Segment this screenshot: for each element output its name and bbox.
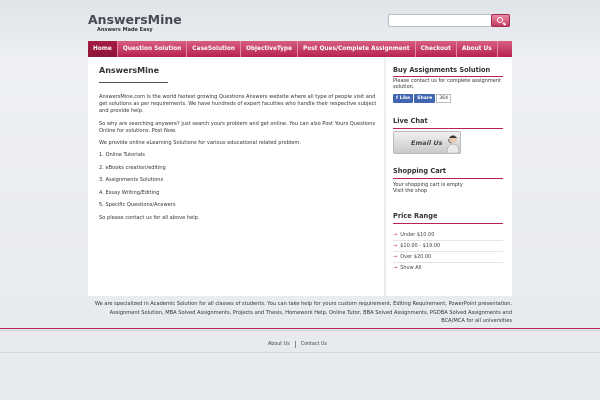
widget-divider <box>393 128 503 129</box>
site-title[interactable]: AnswersMine <box>88 12 182 27</box>
main-content: AnswersMine AnswersMine.com is the world… <box>88 57 384 296</box>
closing-paragraph: So please contact us for all above help. <box>99 214 200 221</box>
page-title: AnswersMine <box>99 66 159 75</box>
nav-post-question[interactable]: Post Ques/Complete Assignment <box>298 41 416 57</box>
arrow-right-icon: → <box>393 265 398 271</box>
site-tagline: Answers Made Easy <box>97 27 153 33</box>
price-show-all[interactable]: → Show All <box>393 263 503 273</box>
buy-solution-text: Please contact us for complete assignmen… <box>393 78 501 91</box>
list-item: 1. Online Tutorials <box>99 152 145 159</box>
widget-divider <box>393 76 503 77</box>
footer-contact-link[interactable]: Contact Us <box>301 342 327 347</box>
nav-objective-type[interactable]: ObjectiveType <box>241 41 298 57</box>
search-input[interactable] <box>388 14 492 27</box>
live-chat-title: Live Chat <box>393 117 428 125</box>
main-nav: Home Question Solution CaseSolution Obje… <box>88 41 512 57</box>
email-us-button[interactable]: Email Us <box>393 131 461 154</box>
intro-paragraph: AnswersMine.com is the world fastest gro… <box>99 94 377 115</box>
nav-checkout[interactable]: Checkout <box>416 41 457 57</box>
price-under-10[interactable]: → Under $10.00 <box>393 230 503 240</box>
footer-about-link[interactable]: About Us <box>268 342 290 347</box>
facebook-like-button[interactable]: f Like <box>393 94 414 103</box>
support-agent-icon <box>446 135 460 153</box>
footer-divider <box>0 328 600 329</box>
facebook-share-button[interactable]: Share <box>414 94 436 103</box>
services-list: 1. Online Tutorials 2. eBooks creation/e… <box>99 152 377 209</box>
share-count: 364 <box>436 94 452 103</box>
widget-divider <box>393 178 503 179</box>
search-paragraph: So why are searching anywere? just searc… <box>99 120 376 134</box>
widget-divider <box>393 223 503 224</box>
shopping-cart-title: Shopping Cart <box>393 167 447 175</box>
price-10-19[interactable]: → $10.00 - $19.00 <box>393 241 503 251</box>
main-body: AnswersMine.com is the world fastest gro… <box>99 94 377 227</box>
footer-links: About Us Contact Us <box>268 341 327 348</box>
list-item: 5. Specific Questions/Answers <box>99 202 176 209</box>
footer-description: We are specialized in Academic Solution … <box>94 301 512 324</box>
arrow-right-icon: → <box>393 254 398 260</box>
nav-case-solution[interactable]: CaseSolution <box>187 41 241 57</box>
elearning-paragraph: We provide online eLearning Solutions fo… <box>99 140 301 147</box>
price-range-title: Price Range <box>393 212 438 220</box>
arrow-right-icon: → <box>393 232 398 238</box>
nav-home[interactable]: Home <box>88 41 118 57</box>
title-divider <box>99 82 168 83</box>
email-us-label: Email Us <box>411 139 443 147</box>
price-range-list: → Under $10.00 → $10.00 - $19.00 → Over $20… <box>393 230 503 273</box>
list-item: 2. eBooks creation/editing <box>99 164 166 171</box>
arrow-right-icon: → <box>393 243 398 249</box>
buy-solution-title: Buy Assignments Solution <box>393 66 491 74</box>
list-item: 4. Essay Writing/Editing <box>99 189 160 196</box>
visit-shop-link[interactable]: Visit the shop <box>393 188 505 194</box>
list-item: 3. Assignments Solutions <box>99 177 164 184</box>
facebook-widget: f Like Share 364 <box>393 94 452 103</box>
search-button[interactable] <box>491 14 510 27</box>
price-over-20[interactable]: → Over $20.00 <box>393 252 503 262</box>
sidebar: Buy Assignments Solution Please contact … <box>386 57 512 296</box>
nav-question-solution[interactable]: Question Solution <box>118 41 188 57</box>
nav-about-us[interactable]: About Us <box>457 41 498 57</box>
